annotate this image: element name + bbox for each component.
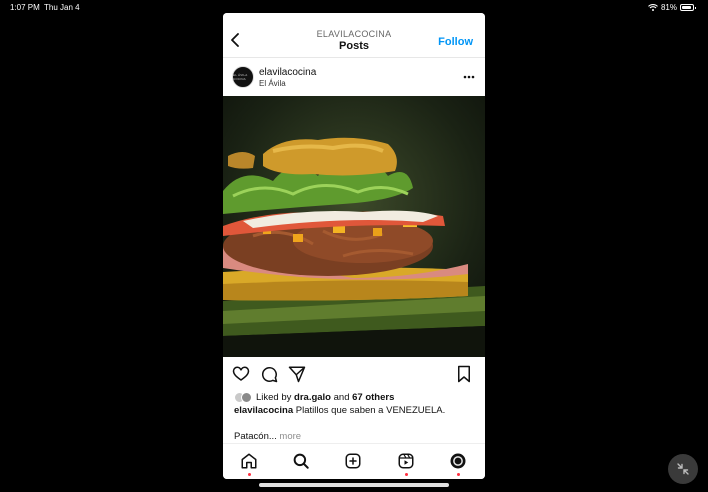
- nav-header: ELAVILACOCINA Posts Follow: [223, 13, 485, 58]
- likes-prefix: Liked by: [256, 391, 295, 403]
- caption: elavilacocina Platillos que saben a VENE…: [234, 405, 479, 416]
- reels-notification-dot: [404, 473, 408, 476]
- status-time: 1:07 PM: [10, 3, 40, 12]
- post-image[interactable]: [223, 96, 485, 357]
- likes-others[interactable]: 67 others: [352, 392, 394, 403]
- avatar-logo-text: EL ÁVILA COCINA: [233, 73, 248, 81]
- send-icon[interactable]: [288, 365, 306, 383]
- heart-icon[interactable]: [232, 365, 250, 383]
- plus-square-icon[interactable]: [344, 452, 362, 470]
- food-photo: [223, 96, 485, 357]
- search-icon[interactable]: [292, 452, 310, 470]
- battery-icon: [680, 4, 696, 11]
- caption-text: Platillos que saben a VENEZUELA.: [293, 405, 446, 416]
- collapse-button[interactable]: [668, 454, 698, 484]
- home-icon[interactable]: [240, 452, 258, 470]
- post-username[interactable]: elavilacocina: [259, 67, 316, 78]
- home-indicator[interactable]: [259, 483, 449, 487]
- caption-username[interactable]: elavilacocina: [234, 405, 293, 416]
- comment-icon[interactable]: [260, 365, 278, 383]
- follow-button[interactable]: Follow: [438, 36, 473, 48]
- collapse-arrows-icon: [677, 463, 689, 475]
- post-location[interactable]: El Ávila: [259, 79, 286, 88]
- post-header: EL ÁVILA COCINA elavilacocina El Ávila: [223, 58, 485, 96]
- caption-continued: Patacón... more: [234, 431, 301, 442]
- battery-percent: 81%: [660, 3, 677, 12]
- reels-icon[interactable]: [397, 452, 415, 470]
- status-bar: 1:07 PM Thu Jan 4 81%: [0, 0, 708, 14]
- bottom-tab-bar: [223, 443, 485, 479]
- home-notification-dot: [247, 473, 251, 476]
- caption-line2: Patacón...: [234, 431, 277, 442]
- bookmark-icon[interactable]: [455, 365, 473, 383]
- first-liker[interactable]: dra.galo: [294, 392, 331, 403]
- profile-notification-dot: [456, 473, 460, 476]
- status-date: Thu Jan 4: [44, 3, 80, 12]
- liker-avatars: [234, 391, 252, 403]
- likes-connector: and: [330, 391, 353, 403]
- instagram-app: ELAVILACOCINA Posts Follow EL ÁVILA COCI…: [223, 13, 485, 479]
- post-actions: [223, 363, 485, 385]
- more-horizontal-icon[interactable]: [463, 75, 475, 79]
- liker-avatar: [241, 391, 252, 403]
- more-link[interactable]: more: [277, 431, 301, 442]
- status-indicators: 81%: [648, 3, 696, 12]
- wifi-icon: [648, 4, 658, 11]
- avatar[interactable]: EL ÁVILA COCINA: [232, 66, 254, 88]
- profile-icon[interactable]: [449, 452, 467, 470]
- likes-summary[interactable]: Liked by dra.galo and 67 others: [234, 391, 394, 403]
